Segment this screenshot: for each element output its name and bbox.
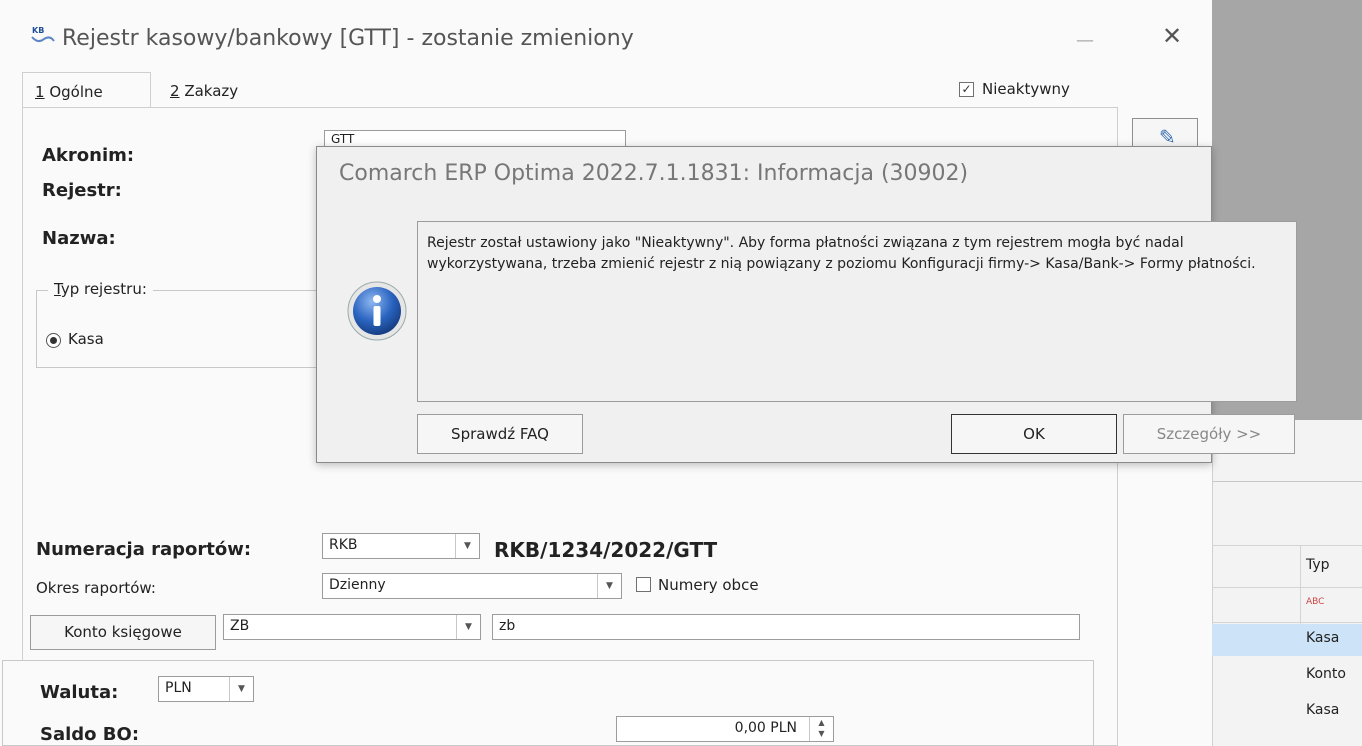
numbering-label: Numeracja raportów: [36, 539, 252, 560]
currency-value: PLN [165, 680, 192, 696]
background-panel [1212, 420, 1362, 746]
radio-kasa[interactable] [46, 333, 61, 348]
chevron-down-icon[interactable]: ▼ [456, 615, 480, 639]
dialog-title: Comarch ERP Optima 2022.7.1.1831: Inform… [339, 161, 969, 186]
currency-select[interactable]: PLN ▼ [158, 676, 254, 702]
saldo-label: Saldo BO: [40, 724, 140, 745]
grid-line [1212, 545, 1362, 546]
svg-text:KB: KB [32, 26, 44, 35]
register-type-mnemonic: T [54, 280, 61, 298]
period-label: Okres raportów: [36, 579, 156, 597]
info-dialog: Comarch ERP Optima 2022.7.1.1831: Inform… [316, 146, 1297, 463]
grid-cell[interactable]: Kasa [1306, 630, 1339, 646]
account-select[interactable]: ZB ▼ [223, 614, 481, 640]
grid-divider [1212, 481, 1362, 482]
period-value: Dzienny [329, 577, 386, 593]
numbering-preview: RKB/1234/2022/GTT [494, 538, 718, 562]
inactive-checkbox[interactable]: ✓ [959, 82, 974, 97]
acronym-label: Akronim: [42, 145, 135, 166]
register-type-label: Typ rejestru: [48, 280, 153, 298]
kb-register-icon: KB [31, 26, 55, 43]
tab-orders-label: Zakazy [179, 82, 239, 100]
grid-line [1212, 587, 1362, 588]
tab-orders[interactable]: 2 Zakazy [158, 72, 268, 108]
window-title: Rejestr kasowy/bankowy [GTT] - zostanie … [62, 26, 634, 51]
account-description-field[interactable]: zb [492, 614, 1080, 640]
radio-kasa-label: Kasa [68, 330, 104, 348]
tab-general-label: Ogólne [44, 83, 103, 101]
grid-cell[interactable]: Konto [1306, 666, 1346, 682]
saldo-field[interactable]: 0,00 PLN ▲ ▼ [616, 716, 834, 742]
currency-label: Waluta: [40, 682, 119, 703]
inactive-label: Nieaktywny [982, 80, 1070, 98]
currency-group [2, 660, 1094, 746]
grid-row-selected[interactable] [1212, 624, 1362, 656]
close-icon[interactable]: ✕ [1162, 22, 1182, 50]
grid-line [1212, 622, 1362, 623]
foreign-numbers-checkbox[interactable] [636, 577, 651, 592]
tab-orders-mnemonic: 2 [170, 82, 180, 100]
register-label: Rejestr: [42, 180, 122, 201]
numbering-select[interactable]: RKB ▼ [322, 533, 480, 559]
foreign-numbers-label: Numery obce [658, 576, 759, 594]
grid-cell[interactable]: Kasa [1306, 702, 1339, 718]
saldo-value: 0,00 PLN [734, 720, 797, 736]
tab-general[interactable]: 1 Ogólne [22, 72, 151, 108]
numbering-value: RKB [329, 537, 358, 553]
account-button[interactable]: Konto księgowe [30, 615, 216, 650]
details-button[interactable]: Szczegóły >> [1123, 414, 1295, 454]
faq-button[interactable]: Sprawdź FAQ [417, 414, 583, 454]
ok-button[interactable]: OK [951, 414, 1117, 454]
info-icon [347, 281, 407, 341]
grid-column-divider [1300, 545, 1301, 625]
grid-column-header[interactable]: Typ [1306, 557, 1330, 573]
register-type-text: yp rejestru: [60, 280, 147, 298]
chevron-down-icon[interactable]: ▼ [455, 534, 479, 558]
minimize-icon[interactable]: — [1076, 30, 1094, 51]
chevron-down-icon[interactable]: ▼ [597, 574, 621, 598]
period-select[interactable]: Dzienny ▼ [322, 573, 622, 599]
name-label: Nazwa: [42, 228, 116, 249]
account-value: ZB [230, 618, 250, 634]
grid-filter-icon[interactable]: ABC [1306, 597, 1324, 607]
tab-general-mnemonic: 1 [35, 83, 45, 101]
dialog-message: Rejestr został ustawiony jako "Nieaktywn… [427, 235, 1256, 272]
spinner-icon[interactable]: ▲ ▼ [809, 717, 833, 741]
chevron-down-icon[interactable]: ▼ [229, 677, 253, 701]
register-type-group [36, 290, 336, 368]
